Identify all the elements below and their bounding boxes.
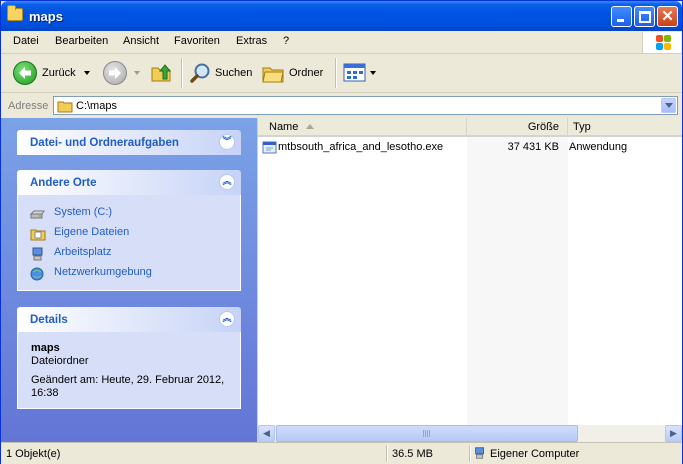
status-bar: 1 Objekt(e) 36.5 MB Eigener Computer xyxy=(1,442,682,464)
close-button[interactable]: ✕ xyxy=(657,6,678,27)
network-icon xyxy=(30,267,44,281)
other-places-title: Andere Orte xyxy=(30,177,97,189)
details-title: Details xyxy=(30,314,68,326)
title-bar[interactable]: maps ✕ xyxy=(1,1,682,31)
views-button[interactable] xyxy=(342,60,378,86)
back-label: Zurück xyxy=(42,67,76,79)
menu-datei[interactable]: Datei xyxy=(13,35,39,47)
task-pane: Datei- und Ordneraufgaben ︾ Andere Orte … xyxy=(1,118,257,442)
explorer-window: maps ✕ Datei Bearbeiten Ansicht Favorite… xyxy=(0,0,683,464)
my-computer-icon xyxy=(475,447,484,459)
menu-bar: Datei Bearbeiten Ansicht Favoriten Extra… xyxy=(1,31,682,54)
place-my-documents[interactable]: Eigene Dateien xyxy=(54,226,129,238)
column-header-name[interactable]: Name xyxy=(258,118,467,137)
status-zone: Eigener Computer xyxy=(490,448,580,460)
details-type: Dateiordner xyxy=(31,355,89,367)
scrollbar-thumb[interactable] xyxy=(276,425,578,442)
details-modified: Geändert am: Heute, 29. Februar 2012, xyxy=(31,374,225,386)
forward-arrow-icon xyxy=(103,61,127,85)
address-bar: Adresse C:\maps xyxy=(1,93,682,118)
status-size: 36.5 MB xyxy=(392,448,433,460)
forward-dropdown-icon[interactable] xyxy=(134,71,140,75)
my-computer-icon xyxy=(32,247,43,261)
column-header-type[interactable]: Typ xyxy=(568,118,682,137)
horizontal-scrollbar[interactable]: ◀ ▶ xyxy=(258,425,682,442)
file-tasks-title: Datei- und Ordneraufgaben xyxy=(30,137,179,149)
menu-help[interactable]: ? xyxy=(283,35,289,47)
file-type: Anwendung xyxy=(569,141,628,153)
expand-chevron-icon[interactable]: ︾ xyxy=(219,134,235,150)
close-icon: ✕ xyxy=(661,8,674,25)
column-header-size[interactable]: Größe xyxy=(467,118,568,137)
status-separator xyxy=(386,445,388,462)
window-title: maps xyxy=(29,9,63,24)
sorted-column-shade xyxy=(467,137,568,425)
place-my-computer[interactable]: Arbeitsplatz xyxy=(54,246,111,258)
details-name: maps xyxy=(31,342,60,354)
file-size: 37 431 KB xyxy=(507,141,559,153)
back-button[interactable]: Zurück xyxy=(9,58,97,88)
file-name: mtbsouth_africa_and_lesotho.exe xyxy=(278,141,444,153)
toolbar-separator xyxy=(335,58,337,88)
details-modified-time: 16:38 xyxy=(31,387,59,399)
my-documents-icon xyxy=(30,229,46,241)
drive-icon xyxy=(30,210,45,219)
search-icon xyxy=(190,63,210,83)
back-dropdown-icon[interactable] xyxy=(84,71,90,75)
toolbar-separator xyxy=(181,58,183,88)
menu-bearbeiten[interactable]: Bearbeiten xyxy=(55,35,108,47)
scroll-left-button[interactable]: ◀ xyxy=(258,425,275,442)
folders-icon xyxy=(262,67,284,83)
collapse-chevron-icon[interactable]: ︽ xyxy=(219,174,235,190)
minimize-button[interactable] xyxy=(611,6,632,27)
application-icon xyxy=(262,141,277,154)
menu-favoriten[interactable]: Favoriten xyxy=(174,35,220,47)
windows-logo-icon xyxy=(642,32,681,53)
menu-extras[interactable]: Extras xyxy=(236,35,267,47)
menu-ansicht[interactable]: Ansicht xyxy=(123,35,159,47)
address-label: Adresse xyxy=(8,100,49,112)
address-path: C:\maps xyxy=(76,100,117,112)
search-button[interactable]: Suchen xyxy=(187,58,255,88)
up-folder-button[interactable] xyxy=(149,60,175,86)
details-panel: maps Dateiordner Geändert am: Heute, 29.… xyxy=(17,332,241,409)
scroll-right-button[interactable]: ▶ xyxy=(665,425,682,442)
folders-label: Ordner xyxy=(289,67,324,79)
address-dropdown-button[interactable] xyxy=(661,98,676,113)
views-dropdown-icon xyxy=(370,71,376,75)
other-places-panel: System (C:) Eigene Dateien Arbeitsplatz … xyxy=(17,195,241,291)
collapse-chevron-icon[interactable]: ︽ xyxy=(219,311,235,327)
place-network[interactable]: Netzwerkumgebung xyxy=(54,266,152,278)
search-label: Suchen xyxy=(215,67,253,79)
status-object-count: 1 Objekt(e) xyxy=(6,448,61,460)
maximize-button[interactable] xyxy=(634,6,655,27)
folder-icon xyxy=(57,101,73,113)
folder-up-icon xyxy=(151,64,172,82)
file-row[interactable]: mtbsouth_africa_and_lesotho.exe 37 431 K… xyxy=(258,140,682,156)
toolbar: Zurück Suchen Ordner xyxy=(1,54,682,93)
details-header[interactable]: Details ︽ xyxy=(17,307,241,332)
back-arrow-icon xyxy=(13,61,37,85)
address-field[interactable]: C:\maps xyxy=(53,96,678,115)
views-icon xyxy=(343,63,366,82)
folders-button[interactable]: Ordner xyxy=(259,58,329,88)
other-places-header[interactable]: Andere Orte ︽ xyxy=(17,170,241,195)
file-list: Name Größe Typ mtbsouth_africa_and_lesot… xyxy=(257,118,682,442)
sort-ascending-icon xyxy=(306,124,314,129)
place-system-drive[interactable]: System (C:) xyxy=(54,206,112,218)
forward-button[interactable] xyxy=(101,58,145,88)
file-tasks-header[interactable]: Datei- und Ordneraufgaben ︾ xyxy=(17,130,241,155)
folder-icon xyxy=(7,5,23,21)
status-separator xyxy=(469,445,471,462)
